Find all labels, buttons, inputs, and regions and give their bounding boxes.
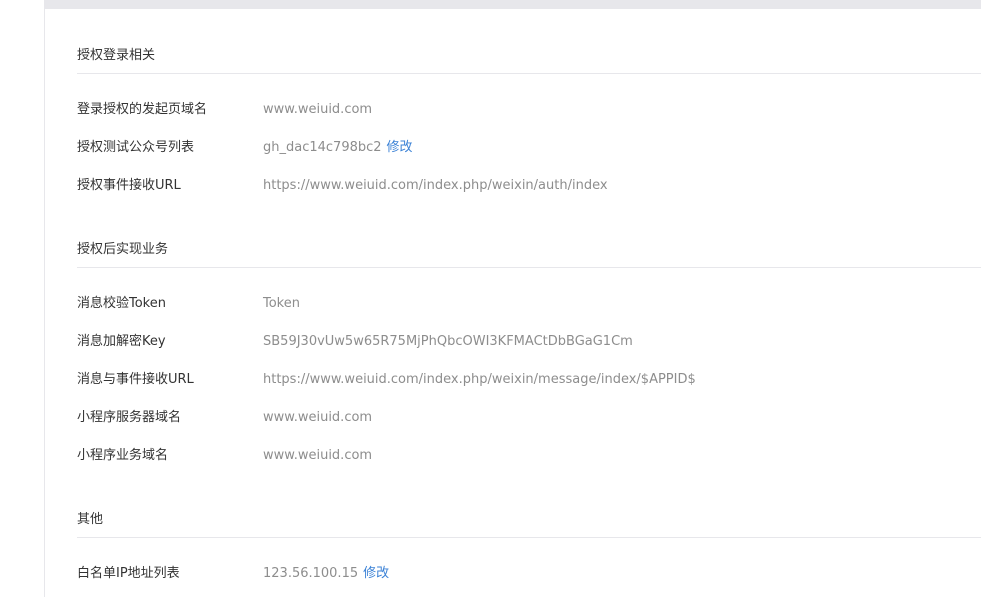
edit-test-accounts-link[interactable]: 修改 bbox=[387, 140, 413, 155]
row-label: 白名单IP地址列表 bbox=[77, 566, 180, 581]
row-auth-event-url: 授权事件接收URL https://www.weiuid.com/index.p… bbox=[77, 176, 981, 196]
row-label: 授权事件接收URL bbox=[77, 178, 181, 193]
top-bar bbox=[45, 0, 981, 9]
section-divider bbox=[77, 267, 981, 268]
row-label: 小程序业务域名 bbox=[77, 448, 169, 463]
row-label: 授权测试公众号列表 bbox=[77, 140, 195, 155]
value-text: https://www.weiuid.com/index.php/weixin/… bbox=[263, 178, 608, 193]
section-title-auth-login: 授权登录相关 bbox=[77, 48, 156, 63]
row-label: 登录授权的发起页域名 bbox=[77, 102, 208, 117]
row-value: www.weiuid.com bbox=[263, 446, 372, 466]
section-title-business: 授权后实现业务 bbox=[77, 242, 169, 257]
value-text: gh_dac14c798bc2 bbox=[263, 140, 382, 155]
value-text: www.weiuid.com bbox=[263, 102, 373, 117]
row-value: SB59J30vUw5w65R75MjPhQbcOWI3KFMACtDbBGaG… bbox=[263, 332, 633, 352]
row-value: https://www.weiuid.com/index.php/weixin/… bbox=[263, 176, 608, 196]
row-value: www.weiuid.com bbox=[263, 100, 372, 120]
value-text: www.weiuid.com bbox=[263, 448, 373, 463]
row-login-auth-domain: 登录授权的发起页域名 www.weiuid.com bbox=[77, 100, 981, 120]
row-test-accounts: 授权测试公众号列表 gh_dac14c798bc2 修改 bbox=[77, 138, 981, 158]
value-text: www.weiuid.com bbox=[263, 410, 373, 425]
row-miniprogram-server-domain: 小程序服务器域名 www.weiuid.com bbox=[77, 408, 981, 428]
row-value: https://www.weiuid.com/index.php/weixin/… bbox=[263, 370, 696, 390]
left-border bbox=[44, 0, 45, 597]
section-divider bbox=[77, 537, 981, 538]
row-label: 小程序服务器域名 bbox=[77, 410, 182, 425]
row-message-token: 消息校验Token Token bbox=[77, 294, 981, 314]
row-miniprogram-business-domain: 小程序业务域名 www.weiuid.com bbox=[77, 446, 981, 466]
section-divider bbox=[77, 73, 981, 74]
value-text: SB59J30vUw5w65R75MjPhQbcOWI3KFMACtDbBGaG… bbox=[263, 334, 633, 349]
left-sidebar-area bbox=[0, 0, 44, 597]
row-value: 123.56.100.15 修改 bbox=[263, 564, 389, 584]
row-value: gh_dac14c798bc2 修改 bbox=[263, 138, 413, 158]
value-text: Token bbox=[263, 296, 300, 311]
value-text: 123.56.100.15 bbox=[263, 566, 359, 581]
edit-ip-whitelist-link[interactable]: 修改 bbox=[363, 566, 389, 581]
section-title-other: 其他 bbox=[77, 512, 104, 527]
value-text: https://www.weiuid.com/index.php/weixin/… bbox=[263, 372, 696, 387]
row-message-event-url: 消息与事件接收URL https://www.weiuid.com/index.… bbox=[77, 370, 981, 390]
row-value: www.weiuid.com bbox=[263, 408, 372, 428]
row-label: 消息加解密Key bbox=[77, 334, 166, 349]
row-ip-whitelist: 白名单IP地址列表 123.56.100.15 修改 bbox=[77, 564, 981, 584]
row-value: Token bbox=[263, 294, 300, 314]
row-message-key: 消息加解密Key SB59J30vUw5w65R75MjPhQbcOWI3KFM… bbox=[77, 332, 981, 352]
row-label: 消息与事件接收URL bbox=[77, 372, 194, 387]
row-label: 消息校验Token bbox=[77, 296, 166, 311]
